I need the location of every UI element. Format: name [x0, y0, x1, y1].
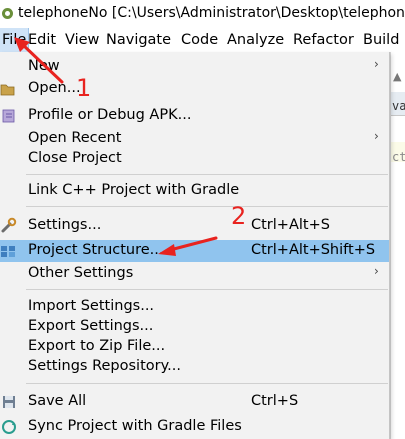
menu-item-import-settings[interactable]: Import Settings... — [0, 296, 389, 318]
submenu-arrow-icon: › — [374, 129, 379, 143]
menu-item-export-zip[interactable]: Export to Zip File... — [0, 336, 389, 358]
menu-item-save-all[interactable]: Save All Ctrl+S — [0, 391, 389, 413]
menu-item-link-cpp[interactable]: Link C++ Project with Gradle — [0, 180, 389, 202]
menu-refactor[interactable]: Refactor — [291, 28, 356, 52]
menu-item-other-settings[interactable]: Other Settings › — [0, 263, 389, 285]
folder-open-icon — [0, 84, 15, 96]
menu-view[interactable]: View — [63, 28, 101, 52]
menu-code[interactable]: Code — [179, 28, 220, 52]
menu-bar: File Edit View Navigate Code Analyze Ref… — [0, 28, 405, 52]
menu-item-open-recent[interactable]: Open Recent › — [0, 128, 389, 150]
shortcut-label: Ctrl+Alt+Shift+S — [251, 242, 376, 258]
project-structure-icon — [1, 246, 15, 257]
menu-item-profile-debug-apk[interactable]: Profile or Debug APK... — [0, 105, 389, 127]
scroll-arrow-icon[interactable]: ▲ — [393, 70, 401, 83]
save-all-icon — [3, 396, 15, 408]
submenu-arrow-icon: › — [374, 264, 379, 278]
menu-item-settings-repository[interactable]: Settings Repository... — [0, 356, 389, 378]
apk-debug-icon — [2, 109, 15, 123]
menu-separator — [26, 174, 388, 175]
title-bar: telephoneNo [C:\Users\Administrator\Desk… — [0, 0, 405, 28]
submenu-arrow-icon: › — [374, 57, 379, 71]
editor-fragment: ctc — [392, 150, 405, 164]
menu-item-settings[interactable]: Settings... Ctrl+Alt+S — [0, 215, 389, 237]
menu-separator — [26, 206, 388, 207]
editor-background: ▲ va ctc — [390, 52, 405, 439]
menu-edit[interactable]: Edit — [26, 28, 58, 52]
gradle-sync-icon — [2, 420, 16, 434]
menu-item-project-structure[interactable]: Project Structure... Ctrl+Alt+Shift+S — [0, 240, 389, 262]
window-title: telephoneNo [C:\Users\Administrator\Desk… — [18, 5, 405, 21]
file-menu: New › Open... Profile or Debug APK... Op… — [0, 52, 390, 439]
menu-file[interactable]: File — [0, 28, 30, 52]
shortcut-label: Ctrl+Alt+S — [251, 217, 330, 233]
menu-separator — [26, 383, 388, 384]
menu-item-new[interactable]: New › — [0, 56, 389, 78]
editor-fragment: va — [392, 99, 405, 113]
menu-item-sync-gradle[interactable]: Sync Project with Gradle Files — [0, 416, 389, 438]
wrench-icon — [1, 217, 17, 233]
menu-separator — [26, 289, 388, 290]
shortcut-label: Ctrl+S — [251, 393, 299, 409]
menu-item-open[interactable]: Open... — [0, 78, 389, 100]
menu-build[interactable]: Build — [361, 28, 401, 52]
menu-item-close-project[interactable]: Close Project — [0, 148, 389, 170]
menu-item-export-settings[interactable]: Export Settings... — [0, 316, 389, 338]
menu-analyze[interactable]: Analyze — [225, 28, 286, 52]
android-studio-icon — [2, 8, 13, 19]
menu-navigate[interactable]: Navigate — [104, 28, 173, 52]
